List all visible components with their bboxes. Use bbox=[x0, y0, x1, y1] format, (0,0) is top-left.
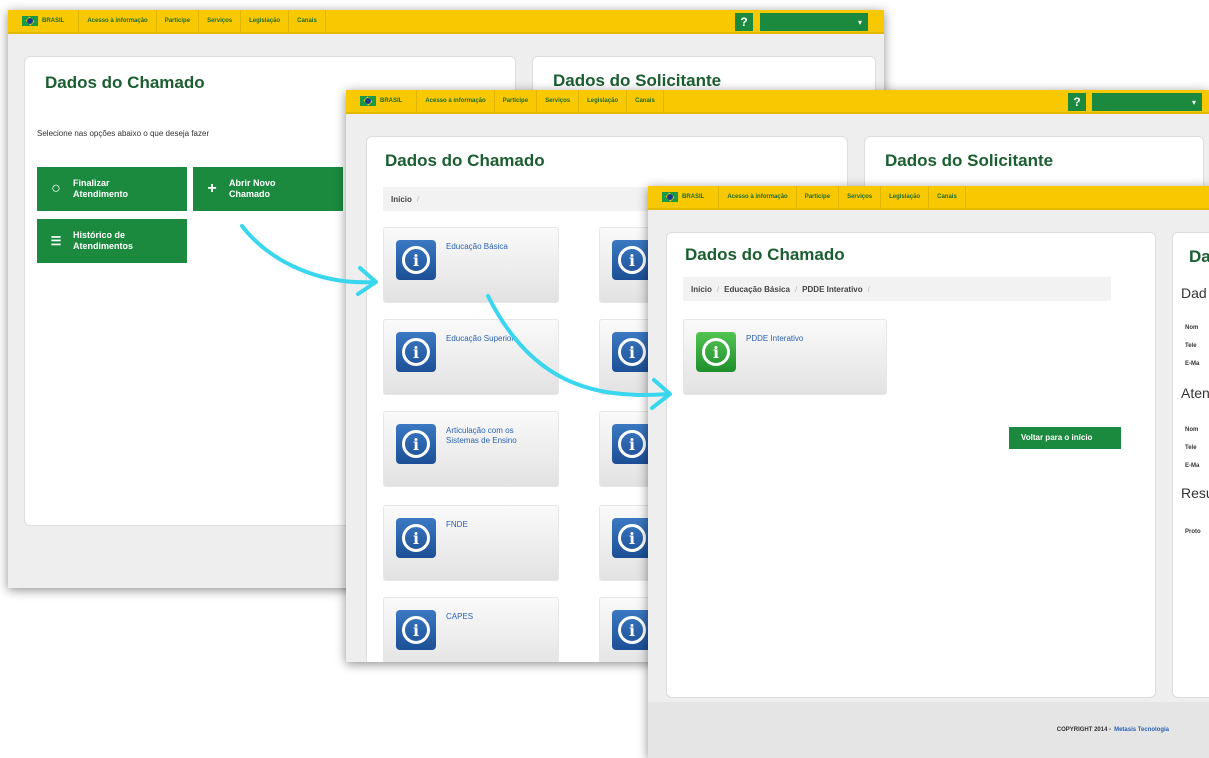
info-icon: i bbox=[612, 610, 652, 650]
breadcrumb: Início / Educação Básica / PDDE Interativo… bbox=[683, 277, 1111, 301]
circle-icon: ○ bbox=[51, 180, 61, 198]
info-icon: i bbox=[396, 240, 436, 280]
field-label: E-Ma bbox=[1185, 463, 1200, 469]
voltar-button[interactable]: Voltar para o início bbox=[1009, 427, 1121, 449]
brazil-flag-icon bbox=[662, 192, 678, 202]
gov-bar: BRASIL Acesso à informação Participe Ser… bbox=[346, 90, 1209, 114]
info-icon: i bbox=[396, 610, 436, 650]
gov-bar: BRASIL Acesso à informação Participe Ser… bbox=[648, 186, 1209, 210]
gov-link-legislacao[interactable]: Legislação bbox=[881, 186, 930, 208]
history-icon: ☰ bbox=[50, 233, 62, 248]
copyright-text: COPYRIGHT 2014 - bbox=[1056, 727, 1112, 733]
info-icon: i bbox=[396, 424, 436, 464]
section-heading: Resu bbox=[1181, 485, 1209, 501]
category-card[interactable]: i Educação Superior bbox=[383, 319, 559, 395]
gov-link-participe[interactable]: Participe bbox=[495, 90, 538, 112]
pdde-card[interactable]: i PDDE Interativo bbox=[683, 319, 887, 395]
gov-bar: BRASIL Acesso à informação Participe Ser… bbox=[8, 10, 884, 34]
page-title: Dados do Chamado bbox=[45, 73, 205, 92]
field-label: Nom bbox=[1185, 325, 1199, 331]
page-title: Dados do Chamado bbox=[685, 245, 845, 264]
plus-icon: + bbox=[207, 180, 217, 198]
brasil-link[interactable]: BRASIL bbox=[360, 90, 418, 112]
gov-link-acesso[interactable]: Acesso à informação bbox=[719, 186, 797, 208]
gov-link-canais[interactable]: Canais bbox=[289, 10, 326, 32]
breadcrumb-inicio[interactable]: Início bbox=[691, 285, 712, 294]
info-icon: i bbox=[396, 332, 436, 372]
breadcrumb-pdde: PDDE Interativo bbox=[802, 284, 863, 294]
abrir-chamado-button[interactable]: + Abrir Novo Chamado bbox=[193, 167, 343, 211]
window-detail: BRASIL Acesso à informação Participe Ser… bbox=[648, 186, 1209, 758]
info-icon: i bbox=[612, 424, 652, 464]
gov-link-canais[interactable]: Canais bbox=[929, 186, 966, 208]
section-title: Da bbox=[1189, 247, 1209, 266]
info-icon: i bbox=[396, 518, 436, 558]
gov-link-servicos[interactable]: Serviços bbox=[839, 186, 882, 208]
finalizar-button[interactable]: ○ Finalizar Atendimento bbox=[37, 167, 187, 211]
gov-link-participe[interactable]: Participe bbox=[157, 10, 200, 32]
field-label: Tele bbox=[1185, 445, 1197, 451]
pdde-label: PDDE Interativo bbox=[746, 334, 804, 343]
historico-button[interactable]: ☰ Histórico de Atendimentos bbox=[37, 219, 187, 263]
brazil-flag-icon bbox=[22, 16, 38, 26]
info-icon: i bbox=[612, 518, 652, 558]
gov-link-legislacao[interactable]: Legislação bbox=[241, 10, 290, 32]
info-icon: i bbox=[612, 240, 652, 280]
section-title: Dados do Solicitante bbox=[885, 151, 1054, 170]
gov-link-legislacao[interactable]: Legislação bbox=[579, 90, 628, 112]
category-card[interactable]: i CAPES bbox=[383, 597, 559, 662]
help-button[interactable]: ? bbox=[735, 13, 753, 31]
chevron-down-icon: ▾ bbox=[857, 17, 862, 27]
gov-dropdown[interactable]: ▾ bbox=[1092, 93, 1202, 111]
gov-link-canais[interactable]: Canais bbox=[627, 90, 664, 112]
page-title: Dados do Chamado bbox=[385, 151, 545, 170]
brasil-link[interactable]: BRASIL bbox=[662, 186, 720, 208]
field-label: E-Ma bbox=[1185, 361, 1200, 367]
section-heading: Dad bbox=[1181, 285, 1207, 301]
category-card[interactable]: i FNDE bbox=[383, 505, 559, 581]
gov-link-acesso[interactable]: Acesso à informação bbox=[79, 10, 157, 32]
category-label: Articulação com os Sistemas de Ensino bbox=[446, 426, 517, 446]
brazil-flag-icon bbox=[360, 96, 376, 106]
category-card[interactable]: i Educação Básica bbox=[383, 227, 559, 303]
footer: COPYRIGHT 2014 - Metasis Tecnologia bbox=[648, 702, 1209, 758]
brasil-link[interactable]: BRASIL bbox=[22, 10, 80, 32]
chevron-down-icon: ▾ bbox=[1191, 97, 1196, 107]
gov-dropdown[interactable]: ▾ bbox=[760, 13, 868, 31]
section-title: Dados do Solicitante bbox=[553, 71, 722, 90]
breadcrumb-inicio[interactable]: Início bbox=[391, 195, 412, 204]
field-label: Nom bbox=[1185, 427, 1199, 433]
gov-link-participe[interactable]: Participe bbox=[797, 186, 840, 208]
metasis-link[interactable]: Metasis Tecnologia bbox=[1114, 727, 1169, 733]
breadcrumb-educacao-basica[interactable]: Educação Básica bbox=[724, 285, 790, 294]
category-label: Educação Básica bbox=[446, 242, 508, 251]
info-icon: i bbox=[612, 332, 652, 372]
instruction-text: Selecione nas opções abaixo o que deseja… bbox=[37, 129, 210, 138]
gov-link-servicos[interactable]: Serviços bbox=[199, 10, 242, 32]
gov-link-servicos[interactable]: Serviços bbox=[537, 90, 580, 112]
category-label: Educação Superior bbox=[446, 334, 515, 343]
help-button[interactable]: ? bbox=[1068, 93, 1086, 111]
field-label: Tele bbox=[1185, 343, 1197, 349]
info-icon: i bbox=[696, 332, 736, 372]
category-label: FNDE bbox=[446, 520, 468, 529]
gov-link-acesso[interactable]: Acesso à informação bbox=[417, 90, 495, 112]
panel-chamado: Dados do Chamado Início / Educação Básica… bbox=[666, 232, 1156, 698]
section-heading: Aten bbox=[1181, 385, 1209, 401]
panel-solicitante: Da Dad Nom Tele E-Ma Aten Nom Tele E-Ma … bbox=[1172, 232, 1209, 698]
category-card[interactable]: i Articulação com os Sistemas de Ensino bbox=[383, 411, 559, 487]
field-label: Proto bbox=[1185, 529, 1201, 535]
category-label: CAPES bbox=[446, 612, 474, 621]
